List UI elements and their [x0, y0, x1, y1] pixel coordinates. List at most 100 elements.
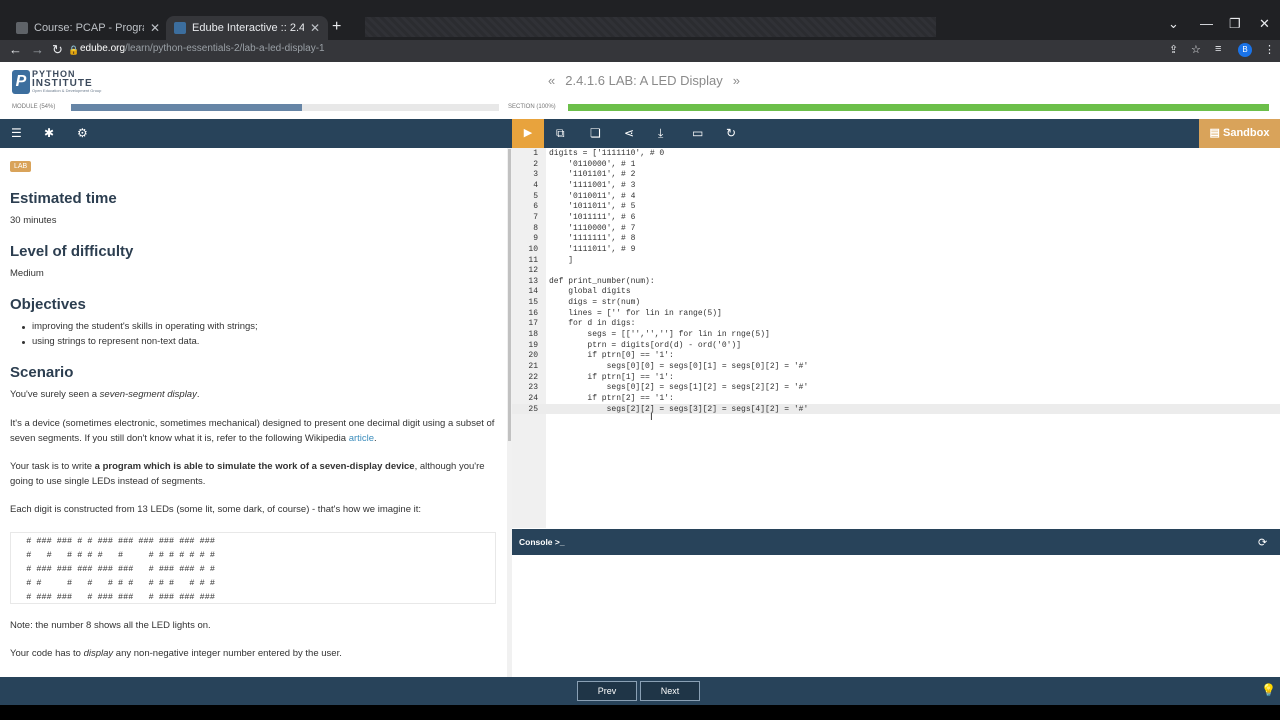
- line-number: 8: [533, 223, 538, 233]
- line-number: 24: [528, 393, 538, 403]
- code-line[interactable]: '1111001', # 3: [549, 181, 635, 190]
- bug-report-icon[interactable]: ✱: [44, 126, 54, 140]
- code-line[interactable]: segs[0][2] = segs[1][2] = segs[2][2] = '…: [549, 383, 809, 392]
- next-button[interactable]: Next: [640, 681, 700, 701]
- open-folder-icon[interactable]: ▭: [692, 126, 703, 140]
- sandbox-button[interactable]: ▤ Sandbox: [1199, 119, 1280, 148]
- code-line[interactable]: '1011111', # 6: [549, 213, 635, 222]
- led-line: # ### ### # ### ### # ### ### ###: [16, 592, 215, 602]
- url-host: edube.org: [80, 43, 126, 54]
- tab-title: Course: PCAP - Programming Es: [34, 22, 144, 34]
- bullet-icon: [22, 341, 25, 344]
- code-line[interactable]: '0110000', # 1: [549, 160, 635, 169]
- code-line[interactable]: lines = ['' for lin in range(5)]: [549, 309, 722, 318]
- prev-lesson-arrow-icon[interactable]: «: [548, 73, 555, 88]
- line-number: 1: [533, 149, 538, 158]
- code-line[interactable]: '0110011', # 4: [549, 192, 635, 201]
- code-line[interactable]: ptrn = digits[ord(d) - ord('0')]: [549, 341, 741, 350]
- download-icon[interactable]: ⤓: [658, 126, 663, 141]
- bullet-icon: [22, 326, 25, 329]
- line-number: 15: [528, 298, 538, 308]
- tab-search-icon[interactable]: ⌄: [1168, 16, 1179, 32]
- console-output[interactable]: [512, 555, 1280, 677]
- run-button[interactable]: ▶: [512, 119, 544, 148]
- objective-item: improving the student's skills in operat…: [32, 321, 258, 332]
- code-line[interactable]: def print_number(num):: [549, 277, 655, 286]
- reload-icon[interactable]: ↻: [52, 42, 63, 58]
- paste-icon[interactable]: ❏: [590, 126, 601, 140]
- play-icon: ▶: [523, 127, 533, 139]
- screen-bottom-strip: [0, 705, 1280, 720]
- text-span: .: [196, 389, 200, 400]
- text-span: It's a device (sometimes electronic, som…: [10, 418, 495, 444]
- console-refresh-icon[interactable]: ⟳: [1258, 536, 1267, 549]
- next-lesson-arrow-icon[interactable]: »: [733, 73, 740, 88]
- reading-list-icon[interactable]: ≡: [1215, 43, 1221, 55]
- share-code-icon[interactable]: ⋖: [624, 126, 634, 140]
- line-number: 14: [528, 287, 538, 297]
- settings-gear-icon[interactable]: ⚙: [77, 126, 88, 140]
- share-icon[interactable]: ⇪: [1169, 43, 1178, 56]
- tab-favicon-icon: [16, 22, 28, 34]
- code-line[interactable]: if ptrn[2] == '1':: [549, 394, 673, 403]
- code-line[interactable]: '1101101', # 2: [549, 170, 635, 179]
- led-line: # ### ### # # ### ### ### ### ### ###: [16, 536, 215, 546]
- tab-close-icon[interactable]: ✕: [150, 21, 160, 35]
- code-line[interactable]: if ptrn[0] == '1':: [549, 351, 673, 360]
- hamburger-menu-icon[interactable]: ☰: [11, 126, 22, 140]
- tab-close-icon[interactable]: ✕: [310, 21, 320, 35]
- text-cursor-icon: I: [650, 412, 653, 423]
- menu-kebab-icon[interactable]: ⋮: [1264, 43, 1275, 56]
- text-span: any non-negative integer number entered …: [113, 648, 342, 659]
- maximize-icon[interactable]: ❐: [1229, 16, 1241, 32]
- code-line[interactable]: '1110000', # 7: [549, 224, 635, 233]
- lab-badge: LAB: [10, 161, 32, 172]
- scenario-paragraph-4: Each digit is constructed from 13 LEDs (…: [10, 504, 422, 515]
- url-path: /learn/python-essentials-2/lab-a-led-dis…: [125, 43, 325, 54]
- line-number: 11: [528, 255, 538, 265]
- section-progress-label: SECTION (100%): [508, 104, 556, 110]
- back-icon[interactable]: ←: [9, 42, 22, 57]
- code-line[interactable]: segs[2][2] = segs[3][2] = segs[4][2] = '…: [549, 405, 809, 414]
- code-line[interactable]: segs = [['','',''] for lin in rnge(5)]: [549, 330, 769, 339]
- wikipedia-article-link[interactable]: article: [349, 433, 374, 444]
- code-line[interactable]: digits = ['1111110', # 0: [549, 149, 664, 158]
- url-field[interactable]: edube.org/learn/python-essentials-2/lab-…: [80, 43, 325, 54]
- lock-icon[interactable]: 🔒: [68, 45, 79, 56]
- code-line[interactable]: segs[0][0] = segs[0][1] = segs[0][2] = '…: [549, 362, 809, 371]
- reset-icon[interactable]: ↻: [726, 126, 736, 140]
- line-number: 3: [533, 170, 538, 180]
- close-window-icon[interactable]: ✕: [1259, 16, 1270, 32]
- instructions-scrollbar-thumb[interactable]: [508, 149, 511, 441]
- text-span: .: [374, 432, 377, 444]
- profile-avatar[interactable]: B: [1238, 43, 1252, 57]
- code-line[interactable]: '1111011', # 9: [549, 245, 635, 254]
- code-line[interactable]: if ptrn[1] == '1':: [549, 373, 673, 382]
- code-line[interactable]: digs = str(num): [549, 298, 640, 307]
- code-line[interactable]: '1011011', # 5: [549, 202, 635, 211]
- objectives-heading: Objectives: [10, 296, 86, 313]
- note-paragraph: Note: the number 8 shows all the LED lig…: [10, 620, 211, 631]
- line-number: 2: [533, 159, 538, 169]
- browser-tab-course[interactable]: Course: PCAP - Programming Es ✕: [8, 16, 168, 40]
- code-line[interactable]: '1111111', # 8: [549, 234, 635, 243]
- python-institute-logo-icon[interactable]: P: [12, 70, 30, 94]
- minimize-icon[interactable]: —: [1200, 16, 1213, 31]
- lab-title-nav: « 2.4.1.6 LAB: A LED Display »: [548, 73, 740, 88]
- copy-icon[interactable]: ⧉: [556, 126, 565, 141]
- emphasis-text: display: [83, 648, 114, 659]
- new-tab-button[interactable]: +: [332, 18, 341, 36]
- prev-button[interactable]: Prev: [577, 681, 637, 701]
- line-number: 17: [528, 319, 538, 329]
- code-line[interactable]: ]: [549, 256, 573, 265]
- line-number: 4: [533, 180, 538, 190]
- browser-tab-edube[interactable]: Edube Interactive :: 2.4.1.6 LAB: A ✕: [166, 16, 328, 40]
- forward-icon[interactable]: →: [31, 42, 44, 57]
- bookmark-star-icon[interactable]: ☆: [1191, 43, 1201, 56]
- emphasis-text: seven-segment display: [99, 389, 197, 400]
- hint-bulb-icon[interactable]: 💡: [1261, 683, 1276, 697]
- line-number: 25: [528, 404, 538, 414]
- module-progress-label: MODULE (54%): [12, 104, 56, 110]
- code-line[interactable]: for d in digs:: [549, 319, 635, 328]
- code-line[interactable]: global digits: [549, 287, 630, 296]
